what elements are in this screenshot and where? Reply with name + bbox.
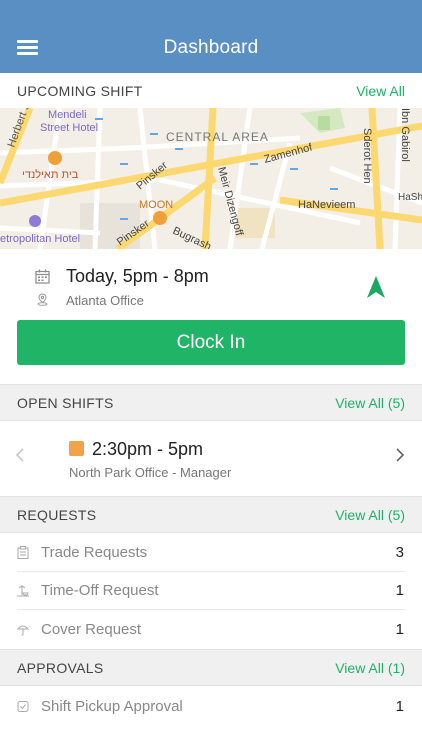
open-shifts-view-all-link[interactable]: View All (5) — [335, 395, 405, 411]
map-label-gabirol: Ibn Gabirol — [399, 108, 411, 162]
approval-label: Shift Pickup Approval — [41, 697, 183, 715]
umbrella-icon — [17, 625, 29, 636]
upcoming-shift-header: UPCOMING SHIFT View All — [0, 73, 422, 108]
calendar-icon — [35, 269, 50, 284]
upcoming-shift-time: Today, 5pm - 8pm — [66, 266, 209, 286]
upcoming-view-all-link[interactable]: View All — [356, 83, 405, 99]
requests-label: REQUESTS — [17, 506, 97, 523]
request-label: Cover Request — [41, 620, 142, 638]
nav-bar: Dashboard — [0, 0, 422, 73]
upcoming-shift-location: Atlanta Office — [66, 293, 144, 308]
open-shift-time: 2:30pm - 5pm — [92, 439, 204, 459]
open-shift-card[interactable]: 2:30pm - 5pm North Park Office - Manager — [0, 420, 422, 496]
map-label-sderot: Sderot Hen — [361, 128, 373, 184]
map-label-mendeli: Mendeli — [48, 109, 87, 121]
beach-icon — [17, 585, 29, 597]
request-item-cover[interactable]: Cover Request 1 — [17, 610, 405, 648]
request-count: 1 — [395, 582, 404, 599]
map-label-central-area: CENTRAL AREA — [166, 130, 269, 144]
navigation-arrow-icon[interactable] — [366, 275, 386, 299]
map-label-hebrew: בית תאילנדי — [22, 168, 79, 181]
requests-header: REQUESTS View All (5) — [0, 496, 422, 533]
open-shift-detail: North Park Office - Manager — [69, 465, 232, 480]
shift-location-map[interactable]: Mendeli Street Hotel Herbert Sam CENTRAL… — [0, 108, 422, 249]
clipboard-icon — [17, 546, 29, 559]
checkbox-icon — [17, 700, 29, 712]
map-label-metropolitan: etropolitan Hotel — [0, 233, 80, 245]
approvals-label: APPROVALS — [17, 659, 104, 676]
map-label-street-hotel: Street Hotel — [40, 122, 98, 134]
map-label-hanevieem: HaNevieem — [298, 199, 355, 211]
page-title: Dashboard — [163, 37, 259, 58]
request-item-time-off[interactable]: Time-Off Request 1 — [17, 572, 405, 610]
requests-view-all-link[interactable]: View All (5) — [335, 507, 405, 523]
chevron-right-icon[interactable] — [394, 445, 406, 465]
map-label-hash: HaSh — [398, 192, 422, 203]
request-label: Trade Requests — [41, 544, 148, 561]
chevron-left-icon[interactable] — [14, 445, 26, 465]
request-count: 3 — [395, 544, 404, 561]
open-shifts-label: OPEN SHIFTS — [17, 394, 114, 411]
approvals-header: APPROVALS View All (1) — [0, 649, 422, 686]
open-shifts-header: OPEN SHIFTS View All (5) — [0, 384, 422, 421]
approvals-view-all-link[interactable]: View All (1) — [335, 660, 405, 676]
approval-count: 1 — [395, 697, 404, 715]
request-label: Time-Off Request — [41, 582, 159, 599]
location-pin-icon — [37, 293, 48, 306]
request-count: 1 — [395, 620, 404, 638]
upcoming-shift-label: UPCOMING SHIFT — [17, 82, 143, 99]
map-label-moon: MOON — [139, 199, 173, 211]
clock-in-button[interactable]: Clock In — [17, 320, 405, 365]
shift-color-swatch — [69, 441, 84, 456]
map-canvas: Mendeli Street Hotel Herbert Sam CENTRAL… — [0, 108, 422, 249]
approval-item-shift-pickup[interactable]: Shift Pickup Approval 1 — [17, 687, 405, 725]
request-item-trade[interactable]: Trade Requests 3 — [17, 534, 405, 572]
